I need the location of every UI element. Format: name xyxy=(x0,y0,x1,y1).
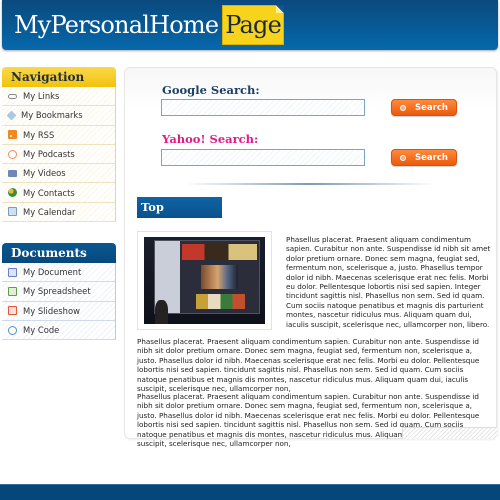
search-icon xyxy=(400,154,407,161)
documents-heading: Documents xyxy=(2,243,116,263)
news-paragraph: Phasellus placerat. Praesent aliquam con… xyxy=(137,337,480,394)
calendar-icon xyxy=(8,207,17,217)
sidebar-item-label: My Bookmarks xyxy=(21,110,83,121)
panel-corner-shadow xyxy=(402,427,497,439)
contacts-icon xyxy=(8,188,17,198)
sidebar-item-label: My Spreadsheet xyxy=(23,286,91,297)
sidebar-item-my-videos[interactable]: My Videos xyxy=(2,164,116,184)
spreadsheet-icon xyxy=(8,286,17,296)
top-news-heading: Top News YAHOO! xyxy=(137,197,222,235)
site-footer xyxy=(0,484,500,500)
google-search-button[interactable]: Search xyxy=(391,99,457,116)
code-icon xyxy=(8,325,17,335)
sidebar-item-label: My Calendar xyxy=(23,206,76,217)
sidebar-item-label: My Links xyxy=(23,91,60,102)
main-content: Google Search: Search Yahoo! Search: Sea… xyxy=(124,67,497,448)
logo-text: MyPersonalHome xyxy=(14,11,219,39)
photo-presenter xyxy=(154,299,169,324)
navigation-panel: Navigation My Links My Bookmarks My RSS … xyxy=(2,67,116,223)
document-icon xyxy=(8,267,17,277)
yahoo-search-button[interactable]: Search xyxy=(391,149,457,166)
bookmark-icon xyxy=(6,110,17,121)
sidebar-item-label: My Podcasts xyxy=(23,149,75,160)
sidebar-item-my-contacts[interactable]: My Contacts xyxy=(2,183,116,203)
yahoo-source-tag: YAHOO! xyxy=(177,222,199,227)
sidebar-item-label: My Videos xyxy=(23,168,66,179)
sidebar-item-label: My Document xyxy=(23,267,82,278)
sidebar-item-my-bookmarks[interactable]: My Bookmarks xyxy=(2,106,116,126)
documents-panel: Documents My Document My Spreadsheet My … xyxy=(2,243,116,341)
sidebar-item-my-slideshow[interactable]: My Slideshow xyxy=(2,301,116,321)
google-search-label: Google Search: xyxy=(162,83,260,97)
rss-icon xyxy=(8,130,17,140)
sidebar-item-my-links[interactable]: My Links xyxy=(2,87,116,107)
google-search-input[interactable] xyxy=(161,99,365,116)
sidebar-item-my-calendar[interactable]: My Calendar xyxy=(2,202,116,223)
yahoo-search-label: Yahoo! Search: xyxy=(162,132,259,146)
sidebar-item-label: My Slideshow xyxy=(23,305,80,316)
sidebar-item-my-document[interactable]: My Document xyxy=(2,263,116,283)
slideshow-icon xyxy=(8,306,17,316)
news-image[interactable] xyxy=(137,231,272,330)
photo-screen-thumbnails xyxy=(196,294,245,310)
link-icon xyxy=(8,93,17,99)
navigation-heading: Navigation xyxy=(2,67,116,87)
google-search-button-label: Search xyxy=(415,102,448,113)
search-icon xyxy=(400,104,407,111)
section-divider xyxy=(185,183,435,185)
news-photo xyxy=(144,237,265,324)
yahoo-search-button-label: Search xyxy=(415,152,448,163)
news-paragraph: Phasellus placerat. Praesent aliquam con… xyxy=(137,392,480,449)
sidebar-item-my-rss[interactable]: My RSS xyxy=(2,125,116,145)
site-header: MyPersonalHome Page xyxy=(2,0,498,50)
sidebar-item-my-spreadsheet[interactable]: My Spreadsheet xyxy=(2,282,116,302)
sidebar-item-my-podcasts[interactable]: My Podcasts xyxy=(2,144,116,165)
sidebar-item-label: My RSS xyxy=(23,129,55,140)
site-logo[interactable]: MyPersonalHome Page xyxy=(14,5,284,45)
photo-screen xyxy=(153,239,261,315)
podcast-icon xyxy=(8,149,17,159)
sidebar-item-my-code[interactable]: My Code xyxy=(2,320,116,341)
sidebar-item-label: My Code xyxy=(23,325,60,336)
photo-screen-feature xyxy=(200,265,239,289)
photo-screen-banner xyxy=(181,243,258,260)
video-icon xyxy=(8,169,17,177)
logo-badge: Page xyxy=(222,5,284,45)
yahoo-search-input[interactable] xyxy=(161,149,365,166)
top-news-title: Top News xyxy=(141,200,176,235)
sidebar-item-label: My Contacts xyxy=(23,187,75,198)
news-summary: Phasellus placerat. Praesent aliquam con… xyxy=(286,235,491,329)
